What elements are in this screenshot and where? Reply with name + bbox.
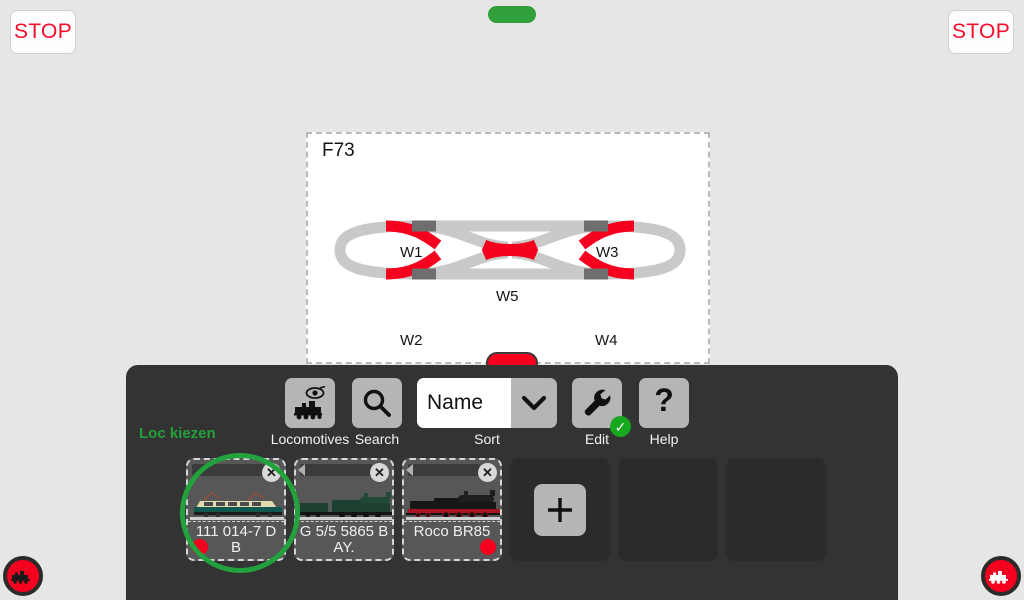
- track-plan-panel[interactable]: F73 W1 W2 W3 W4 W5: [306, 132, 710, 364]
- search-button[interactable]: [352, 378, 402, 428]
- locomotive-card[interactable]: ✕: [186, 458, 286, 561]
- locomotive-card-list: ✕ 111 014-7 D B ✕ G 5/5 5865 B AY. ✕ Roc…: [186, 458, 826, 561]
- search-label: Search: [354, 431, 400, 447]
- help-label: Help: [649, 431, 679, 447]
- edit-button[interactable]: ✓: [572, 378, 631, 437]
- card-status-dot[interactable]: [480, 539, 496, 555]
- add-locomotive-slot[interactable]: [510, 458, 610, 561]
- tool-locomotives[interactable]: Locomotives: [271, 378, 349, 447]
- help-button[interactable]: ?: [639, 378, 689, 428]
- card-scrollbar[interactable]: [408, 464, 480, 476]
- locomotive-thumbnail: [406, 488, 500, 520]
- edit-label: Edit: [584, 431, 610, 447]
- tool-help[interactable]: ? Help: [637, 378, 691, 447]
- tool-edit[interactable]: ✓ Edit: [570, 378, 631, 447]
- locomotive-thumbnail: [190, 488, 284, 520]
- locomotive-card[interactable]: ✕: [294, 458, 394, 561]
- wrench-icon: [584, 389, 611, 416]
- edit-enabled-badge: ✓: [610, 416, 631, 437]
- sort-dropdown-toggle[interactable]: [511, 378, 557, 428]
- locomotives-button[interactable]: [285, 378, 335, 428]
- switch-label-w1[interactable]: W1: [400, 244, 423, 261]
- search-icon: [363, 389, 391, 417]
- sort-label: Sort: [474, 431, 500, 447]
- sort-select[interactable]: Name: [417, 378, 557, 428]
- card-scroll-left-icon[interactable]: [406, 464, 413, 476]
- add-locomotive-button[interactable]: [534, 483, 586, 536]
- app-root: STOP STOP F73 W1 W2 W3 W4 W5 Loc kiezen …: [0, 0, 1024, 600]
- card-preview[interactable]: ✕: [404, 460, 500, 522]
- track-plan-diagram: [334, 220, 686, 280]
- card-preview[interactable]: ✕: [296, 460, 392, 522]
- emergency-stop-left-button[interactable]: STOP: [10, 10, 76, 54]
- card-scrollbar[interactable]: [300, 464, 372, 476]
- locomotive-shortcut-right-button[interactable]: [981, 556, 1021, 596]
- question-mark-icon: ?: [654, 386, 674, 418]
- sort-value[interactable]: Name: [417, 378, 511, 428]
- card-scroll-left-icon[interactable]: [298, 464, 305, 476]
- card-preview[interactable]: ✕: [188, 460, 284, 522]
- loco-selection-panel: Loc kiezen Locomotives Search Name Sort …: [126, 365, 898, 600]
- power-status-indicator[interactable]: [488, 6, 536, 23]
- chevron-down-icon: [521, 395, 547, 411]
- card-scrollbar[interactable]: [192, 464, 264, 476]
- switch-label-w2[interactable]: W2: [400, 332, 423, 349]
- locomotive-icon: [11, 571, 30, 584]
- switch-label-w3[interactable]: W3: [596, 244, 619, 261]
- locomotive-thumbnail: [298, 488, 392, 520]
- card-close-icon[interactable]: ✕: [370, 463, 389, 482]
- card-close-icon[interactable]: ✕: [478, 463, 497, 482]
- card-close-icon[interactable]: ✕: [262, 463, 281, 482]
- emergency-stop-right-label: STOP: [952, 20, 1010, 43]
- locomotive-shortcut-left-button[interactable]: [3, 556, 43, 596]
- card-name: Roco BR85: [413, 523, 491, 540]
- card-name: G 5/5 5865 B AY.: [299, 523, 389, 557]
- svg-text:?: ?: [654, 386, 674, 418]
- locomotive-eye-icon: [294, 386, 326, 420]
- tool-sort[interactable]: Name Sort: [417, 378, 557, 447]
- switch-label-w4[interactable]: W4: [595, 332, 618, 349]
- locomotive-card[interactable]: ✕: [402, 458, 502, 561]
- panel-title: Loc kiezen: [139, 425, 216, 442]
- locomotives-label: Locomotives: [270, 431, 350, 447]
- tool-search[interactable]: Search: [350, 378, 404, 447]
- locomotive-icon: [989, 571, 1008, 584]
- panel-toolbar: Locomotives Search Name Sort ✓ Edit ? He…: [271, 378, 691, 447]
- emergency-stop-left-label: STOP: [14, 20, 72, 43]
- emergency-stop-right-button[interactable]: STOP: [948, 10, 1014, 54]
- empty-slot[interactable]: [618, 458, 718, 561]
- switch-label-w5[interactable]: W5: [496, 288, 519, 305]
- card-status-dot[interactable]: [192, 539, 208, 555]
- plus-icon: [548, 497, 572, 522]
- empty-slot[interactable]: [726, 458, 826, 561]
